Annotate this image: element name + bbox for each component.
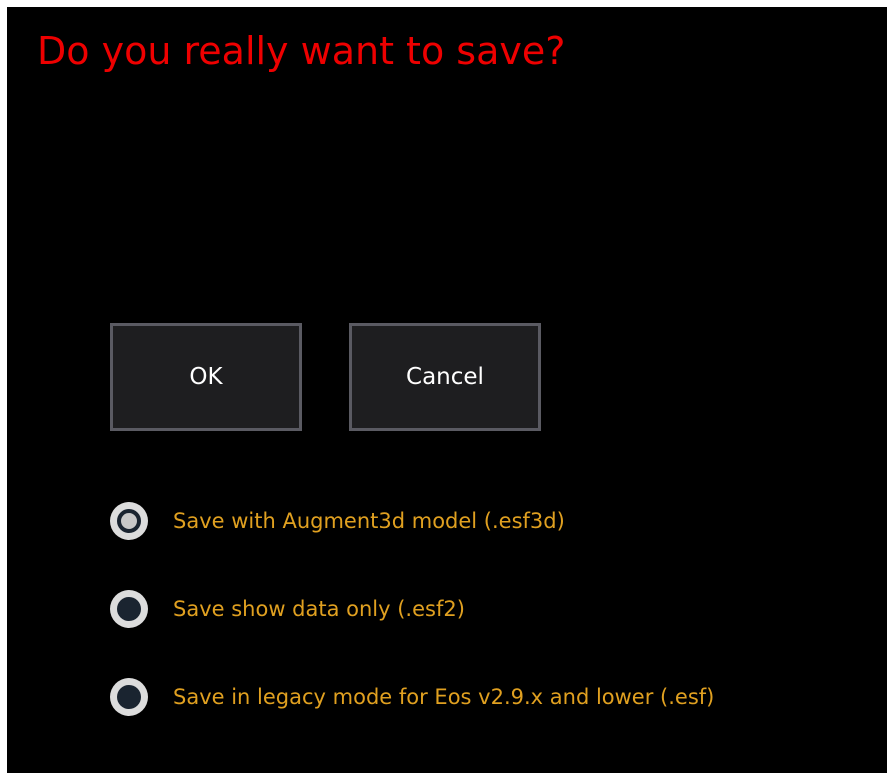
save-option-augment3d[interactable]: Save with Augment3d model (.esf3d) [110, 502, 565, 540]
dialog-title: Do you really want to save? [37, 29, 566, 73]
save-option-show-data[interactable]: Save show data only (.esf2) [110, 590, 465, 628]
radio-button[interactable] [110, 678, 148, 716]
option-label: Save with Augment3d model (.esf3d) [173, 509, 565, 533]
save-dialog: Do you really want to save? OK Cancel Sa… [7, 7, 887, 773]
option-label: Save in legacy mode for Eos v2.9.x and l… [173, 685, 715, 709]
save-option-legacy[interactable]: Save in legacy mode for Eos v2.9.x and l… [110, 678, 714, 716]
option-label: Save show data only (.esf2) [173, 597, 465, 621]
radio-button-selected[interactable] [110, 502, 148, 540]
cancel-button[interactable]: Cancel [349, 323, 541, 431]
radio-button[interactable] [110, 590, 148, 628]
ok-button[interactable]: OK [110, 323, 302, 431]
